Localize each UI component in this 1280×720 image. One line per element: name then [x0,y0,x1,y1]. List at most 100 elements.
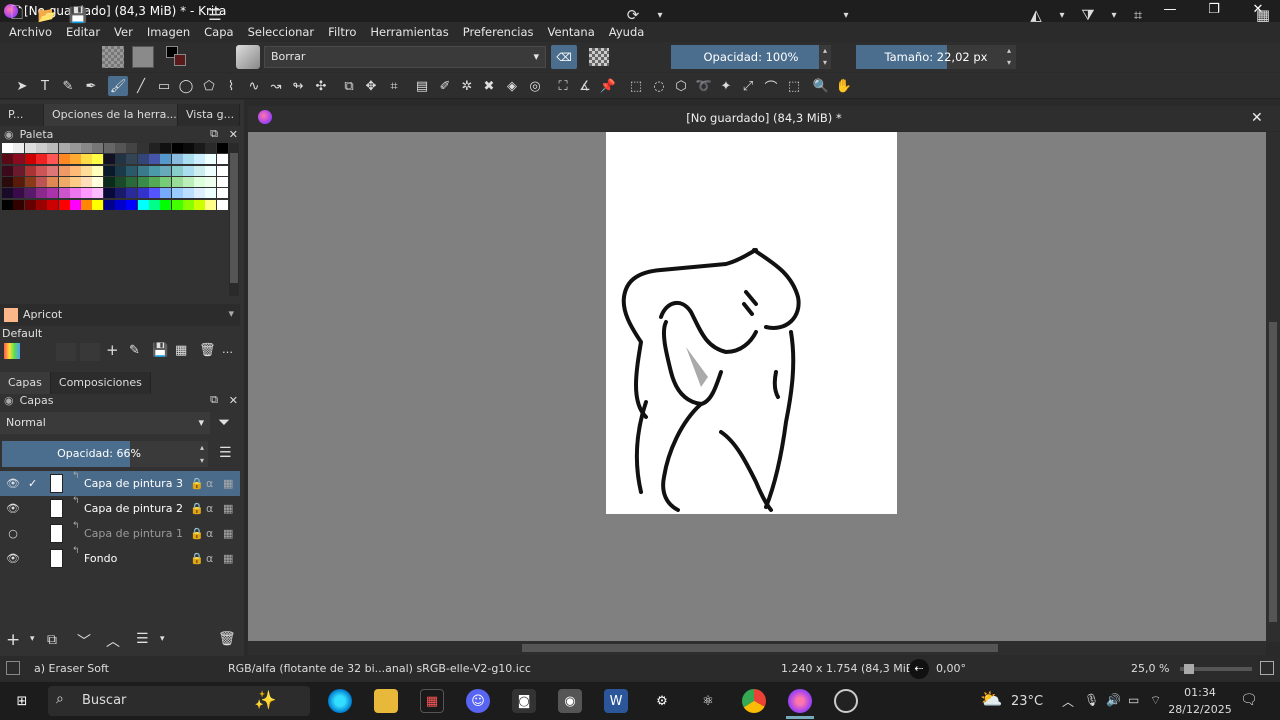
chevron-down-icon[interactable]: ▾ [1050,3,1074,27]
camera-icon[interactable]: ◉ [558,689,582,713]
inherit-alpha-icon[interactable]: ▦ [223,502,233,515]
tab-tool-options[interactable]: Opciones de la herra... [44,104,178,126]
clock-time[interactable]: 01:34 [1172,686,1228,699]
layer-row[interactable]: 👁 ↰ Fondo 🔒 α ▦ [0,546,240,571]
palette-swatch[interactable] [58,188,70,199]
text-tool-icon[interactable]: T [35,76,55,96]
similar-selection-icon[interactable]: ⤢ [738,76,758,96]
palette-swatch[interactable] [92,143,104,153]
palette-swatch[interactable] [115,154,126,165]
layer-row[interactable]: ○ ↰ Capa de pintura 1 🔒 α ▦ [0,521,240,546]
palette-swatch[interactable] [182,188,194,199]
rectangular-selection-icon[interactable]: ⬚ [626,76,646,96]
grid-icon[interactable]: ▦ [175,343,187,358]
tab-palette-short[interactable]: P... [0,104,44,126]
palette-swatch[interactable] [148,154,160,165]
inherit-alpha-icon[interactable]: ▦ [223,527,233,540]
palette-swatch[interactable] [205,154,217,165]
palette-swatch[interactable] [47,143,59,153]
palette-swatch[interactable] [171,199,183,210]
palette-swatch[interactable] [216,176,228,187]
palette-swatch[interactable] [69,165,81,176]
save-palette-icon[interactable]: 💾 [152,343,168,358]
battery-icon[interactable]: ▭ [1128,693,1139,707]
open-document-icon[interactable]: 📂 [35,3,59,27]
filter-icon[interactable]: ⏷ [218,413,230,431]
palette-swatch[interactable] [58,199,70,210]
palette-swatch[interactable] [13,165,25,176]
palette-swatch[interactable] [2,188,13,199]
color-picker-tool-icon[interactable]: ✐ [435,76,455,96]
palette-swatch[interactable] [92,154,104,165]
weather-temp[interactable]: 23°C [1011,694,1043,709]
palette-swatch[interactable] [58,165,70,176]
palette-swatch[interactable] [13,143,25,153]
palette-swatch[interactable] [194,176,206,187]
palette-swatch[interactable] [47,165,59,176]
menu-herramientas[interactable]: Herramientas [363,25,455,39]
opacity-slider[interactable]: Opacidad: 100% [671,45,831,69]
settings-icon[interactable]: ⚙ [650,689,674,713]
palette-swatch[interactable] [2,143,13,153]
palette-swatch[interactable] [182,154,194,165]
palette-swatch[interactable] [35,188,47,199]
palette-swatch[interactable] [137,176,149,187]
assistant-tool-icon[interactable]: ✖ [479,76,499,96]
menu-ventana[interactable]: Ventana [541,25,602,39]
palette-swatch[interactable] [160,176,172,187]
palette-swatch[interactable] [2,165,13,176]
palette-swatch[interactable] [47,154,59,165]
wifi-icon[interactable]: ⌔ [1150,693,1161,708]
horizontal-scrollbar[interactable] [248,641,1266,655]
palette-swatch[interactable] [137,188,149,199]
opacity-stepper[interactable]: ▴ ▾ [819,45,831,69]
layer-properties-icon[interactable]: ☰ [136,631,149,647]
layer-name[interactable]: Capa de pintura 3 [84,477,183,490]
close-docker-icon[interactable]: ✕ [229,394,238,407]
fill-tool-icon[interactable]: ◈ [502,76,522,96]
palette-swatch[interactable] [69,143,81,153]
palette-swatch[interactable] [35,199,47,210]
freehand-path-tool-icon[interactable]: ↝ [266,76,286,96]
palette-swatch[interactable] [205,176,217,187]
palette-swatch[interactable] [160,143,172,153]
freehand-brush-tool-icon[interactable]: 🖌 [108,76,128,96]
add-layer-icon[interactable]: + [6,630,20,650]
contiguous-selection-icon[interactable]: ✦ [716,76,736,96]
palette-swatch[interactable] [216,199,228,210]
palette-swatch[interactable] [24,188,36,199]
palette-swatch[interactable] [115,165,126,176]
palette-swatch[interactable] [194,143,206,153]
alpha-lock-icon[interactable]: α [206,552,213,565]
visibility-toggle-icon[interactable]: 👁 [6,552,20,566]
palette-swatch[interactable] [103,154,115,165]
freehand-selection-icon[interactable]: ➰ [694,76,714,96]
menu-ver[interactable]: Ver [107,25,140,39]
menu-filtro[interactable]: Filtro [321,25,363,39]
lock-icon[interactable]: 🔒 [190,502,204,515]
dynamic-brush-tool-icon[interactable]: ↬ [288,76,308,96]
palette-swatch[interactable] [47,188,59,199]
enclose-fill-tool-icon[interactable]: ◎ [525,76,545,96]
palette-swatch[interactable] [205,199,217,210]
palette-swatch[interactable] [137,199,149,210]
palette-swatch[interactable] [81,154,93,165]
palette-swatch[interactable] [2,176,13,187]
palette-swatch[interactable] [13,154,25,165]
palette-swatch[interactable] [2,199,13,210]
palette-swatch[interactable] [126,188,138,199]
volume-icon[interactable]: 🔊 [1106,693,1121,707]
palette-swatch[interactable] [171,188,183,199]
palette-swatch[interactable] [182,143,194,153]
palette-swatch[interactable] [126,143,138,153]
smart-patch-tool-icon[interactable]: ✲ [457,76,477,96]
alpha-lock-icon[interactable]: α [206,527,213,540]
palette-swatch[interactable] [194,188,206,199]
palette-swatch[interactable] [81,165,93,176]
visibility-toggle-icon[interactable]: 👁 [6,502,20,516]
move-layer-up-icon[interactable]: ︿ [106,631,120,651]
background-color-icon[interactable] [174,54,186,66]
palette-swatch[interactable] [47,199,59,210]
brush-preset-icon[interactable] [236,45,260,69]
gradient-preset-icon[interactable] [102,46,124,68]
